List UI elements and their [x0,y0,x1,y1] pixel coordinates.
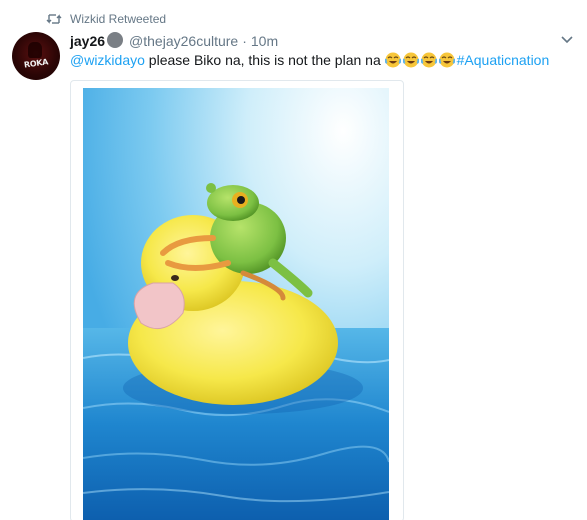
tweet-image[interactable] [83,88,389,520]
status-dot-icon [107,32,124,48]
avatar[interactable]: ROKA [12,32,60,80]
tweet-body: please Biko na, this is not the plan na [144,52,385,68]
avatar-figure [28,42,42,58]
retweet-label[interactable]: Wizkid Retweeted [70,12,166,26]
retweet-icon [46,14,62,24]
tweet-timestamp[interactable]: 10m [251,33,278,49]
retweet-context: Wizkid Retweeted [46,11,166,27]
tweet-header: jay26 @thejay26culture · 10m [70,30,278,50]
face-with-tears-of-joy-icon [384,52,401,68]
hashtag-link[interactable]: #Aquaticnation [457,52,550,68]
tweet-text: @wizkidayo please Biko na, this is not t… [70,51,549,69]
face-with-tears-of-joy-icon [420,52,437,68]
face-with-tears-of-joy-icon [402,52,419,68]
chevron-down-icon[interactable] [561,36,573,44]
user-handle[interactable]: @thejay26culture [129,33,238,49]
header-separator: · [242,33,247,49]
display-name[interactable]: jay26 [70,33,105,49]
face-with-tears-of-joy-icon [438,52,455,68]
emoji-row [384,52,457,68]
avatar-logo-text: ROKA [23,57,49,70]
mention-link[interactable]: @wizkidayo [70,52,145,68]
